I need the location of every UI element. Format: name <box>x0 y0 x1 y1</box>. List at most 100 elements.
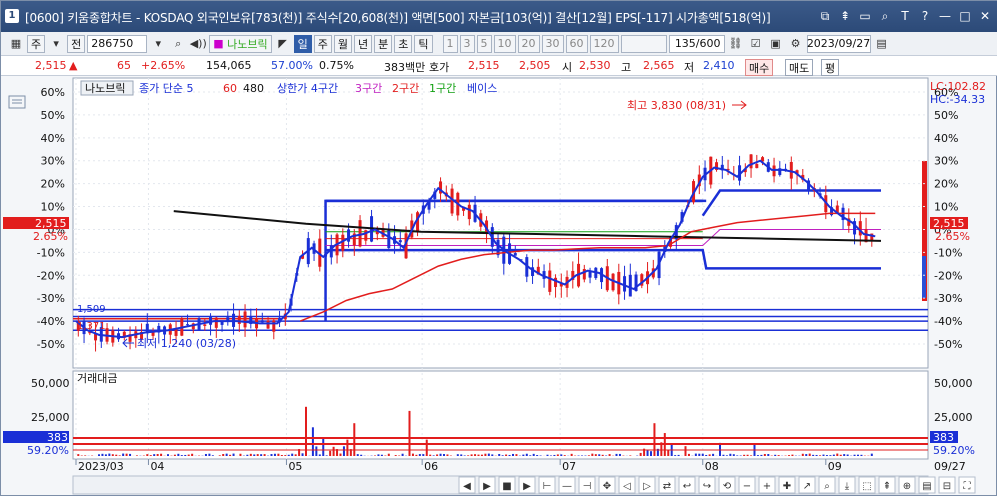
all-button[interactable]: 전 <box>67 34 86 53</box>
restore-icon[interactable]: ⧉ <box>816 7 834 25</box>
link-icon[interactable]: ⛓ <box>727 35 745 53</box>
volume-bar <box>522 454 525 456</box>
x-axis: 2023/03 04 05 06 07 08 09 <box>75 459 842 473</box>
eval-button[interactable]: 평 <box>821 59 840 76</box>
volume-bar <box>294 454 297 456</box>
volume-bar <box>701 453 704 456</box>
dropdown-icon[interactable]: ▾ <box>149 35 167 53</box>
flag-icon[interactable]: ◤ <box>274 35 292 53</box>
search-icon[interactable]: ⌕ <box>169 35 187 53</box>
volume-bar <box>508 454 511 456</box>
volume-bar <box>84 455 87 456</box>
calendar-icon[interactable]: ▤ <box>873 35 891 53</box>
candle-body <box>243 311 247 328</box>
volume-bar <box>377 454 380 456</box>
gear-icon[interactable]: ⚙ <box>787 35 805 53</box>
interval-custom-input[interactable] <box>620 34 667 53</box>
volume-bar <box>332 446 335 456</box>
chart-area[interactable]: 60% 50% 40% 30% 20% 10% 0% -10% -20% -30% -40% -50%… <box>1 76 997 496</box>
volume-tick-25000-right: 25,000 <box>934 411 973 424</box>
maximize-icon[interactable]: □ <box>956 7 974 25</box>
market-select[interactable]: 주 <box>27 34 46 53</box>
trade-amount: 383백만 <box>384 61 426 74</box>
period-week[interactable]: 주 <box>313 34 332 53</box>
volume-bar <box>860 454 863 456</box>
volume-bar <box>77 454 80 456</box>
period-day[interactable]: 일 <box>293 34 312 53</box>
right-price-tag: 2,515 <box>933 217 965 230</box>
volume-bar <box>253 454 256 456</box>
window-number: 1 <box>5 9 19 23</box>
left-tick-label: -50% <box>37 338 65 351</box>
date-input[interactable]: 2023/09/27 <box>806 34 871 53</box>
volume-bar <box>608 454 611 456</box>
buy-button[interactable]: 매수 <box>745 59 774 76</box>
volume-bar <box>480 454 483 456</box>
volume-bar <box>736 455 739 456</box>
volume-bar <box>249 453 252 456</box>
volume-bar <box>760 454 763 456</box>
title-bar: 1 [0600] 키움종합차트 - KOSDAQ 외국인보유[783(천)] 주… <box>1 1 997 32</box>
close-icon[interactable]: ✕ <box>976 7 994 25</box>
volume-bar <box>98 454 100 456</box>
volume-bar <box>687 453 690 456</box>
x-axis-label: 04 <box>150 460 164 473</box>
minimize-icon[interactable]: — <box>936 7 954 25</box>
interval-3[interactable]: 3 <box>459 34 475 53</box>
volume-bar <box>829 455 832 456</box>
period-second[interactable]: 초 <box>394 34 413 53</box>
volume-bar <box>394 455 397 456</box>
find-glyph: ⌕ <box>824 481 830 492</box>
tile-icon[interactable]: ▭ <box>856 7 874 25</box>
volume-bar <box>808 453 811 456</box>
left-tick-label: 10% <box>41 201 65 214</box>
candle-body <box>513 253 517 256</box>
volume-bar <box>743 454 746 456</box>
interval-30[interactable]: 30 <box>541 34 564 53</box>
legend-ma5: 종가 단순 5 <box>139 82 193 95</box>
help-icon[interactable]: ? <box>916 7 934 25</box>
interval-60[interactable]: 60 <box>565 34 588 53</box>
change-value: 65 <box>117 59 131 72</box>
period-year[interactable]: 년 <box>354 34 373 53</box>
count-input[interactable]: 135/600 <box>668 34 725 53</box>
interval-120[interactable]: 120 <box>589 34 619 53</box>
pin-icon[interactable]: ⇞ <box>836 7 854 25</box>
volume-panel[interactable] <box>72 370 929 460</box>
volume-bar <box>653 423 656 456</box>
fullscreen-glyph: ⛶ <box>963 481 972 492</box>
volume-bar <box>639 452 642 456</box>
volume-bar <box>229 454 232 456</box>
sell-button[interactable]: 매도 <box>785 59 814 76</box>
hoga-bid: 2,505 <box>519 59 551 72</box>
chart-svg[interactable]: 60%50%40%30%20%10%0%-10%-20%-30%-40%-50%… <box>1 76 997 496</box>
speaker-icon[interactable]: ◀)) <box>189 35 207 53</box>
swap-glyph: ⇄ <box>663 481 671 492</box>
period-tick[interactable]: 틱 <box>414 34 433 53</box>
interval-1[interactable]: 1 <box>442 34 458 53</box>
volume-bar <box>380 454 383 456</box>
volume-bar <box>356 454 359 456</box>
check-icon[interactable]: ☑ <box>747 35 765 53</box>
volume-bar <box>342 446 345 456</box>
chevron-down-icon[interactable]: ▾ <box>47 35 65 53</box>
font-icon[interactable]: T <box>896 7 914 25</box>
interval-5[interactable]: 5 <box>476 34 492 53</box>
volume-bar <box>284 455 287 456</box>
save-icon[interactable]: ▣ <box>767 35 785 53</box>
period-minute[interactable]: 분 <box>374 34 393 53</box>
volume-bar <box>705 454 708 456</box>
period-month[interactable]: 월 <box>333 34 353 53</box>
interval-10[interactable]: 10 <box>493 34 516 53</box>
stock-code-input[interactable]: 286750 <box>87 34 148 53</box>
candle-body <box>387 230 391 249</box>
volume-bar <box>436 454 439 456</box>
volume-bar <box>853 454 856 456</box>
volume-bar <box>291 453 294 456</box>
add-glyph: ⊕ <box>903 481 911 492</box>
search-icon[interactable]: ⌕ <box>876 7 894 25</box>
volume-bar <box>232 453 235 456</box>
grid-icon[interactable]: ▦ <box>7 35 25 53</box>
legend-ma480: 480 <box>243 82 264 95</box>
interval-20[interactable]: 20 <box>517 34 540 53</box>
